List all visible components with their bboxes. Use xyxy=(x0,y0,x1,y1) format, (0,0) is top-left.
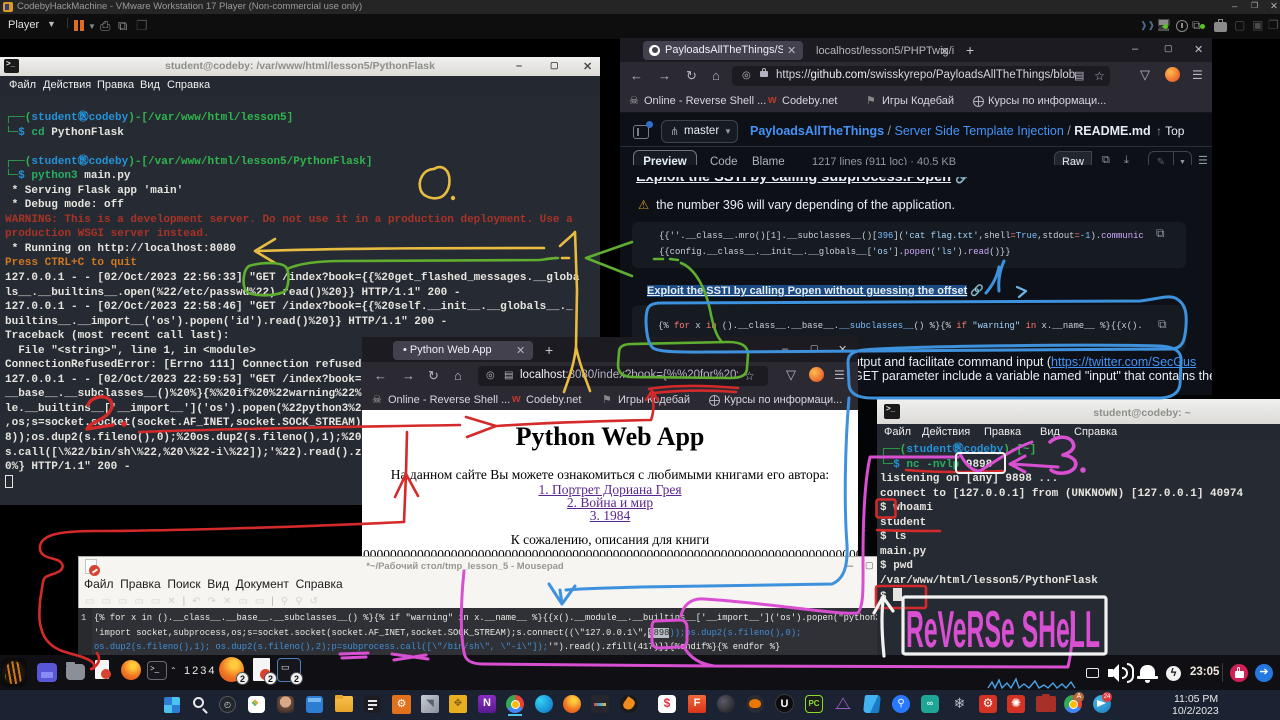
svg-text:ReVeRSe SHeLL: ReVeRSe SHeLL xyxy=(906,601,1100,659)
